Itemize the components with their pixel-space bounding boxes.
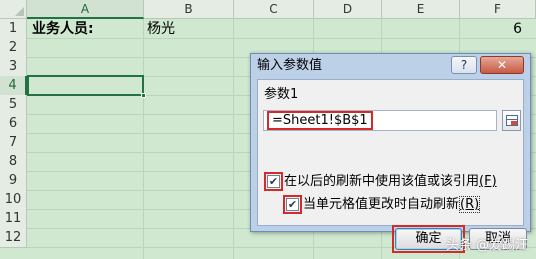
help-button[interactable]: ? [451, 56, 477, 74]
column-header-b[interactable]: B [144, 0, 234, 19]
check-icon: ✔ [287, 198, 298, 211]
close-button[interactable]: ✕ [480, 56, 524, 74]
auto-refresh-checkbox[interactable]: ✔ [286, 198, 299, 211]
dialog-body: 参数1 =Sheet1!$B$1 ✔ 在以后的刷新中使用该值或该引用(F) ✔ … [257, 79, 527, 253]
row-header-1[interactable]: 1 [0, 19, 27, 39]
parameter-label: 参数1 [264, 87, 299, 102]
auto-refresh-accel: (R) [459, 196, 481, 213]
row-header-9[interactable]: 9 [0, 171, 27, 191]
row-header-7[interactable]: 7 [0, 133, 27, 153]
watermark: 头条 @爱踢汪 [445, 238, 528, 253]
row-header-5[interactable]: 5 [0, 95, 27, 115]
auto-refresh-label[interactable]: 当单元格值更改时自动刷新(R) [303, 196, 481, 213]
dialog-title: 输入参数值 [257, 58, 323, 73]
parameter-value-text: =Sheet1!$B$1 [267, 111, 373, 130]
select-all-corner[interactable] [0, 0, 27, 19]
cell-a1[interactable]: 业务人员: [32, 19, 94, 39]
use-value-label[interactable]: 在以后的刷新中使用该值或该引用(F) [284, 174, 497, 190]
column-header-d[interactable]: D [314, 0, 382, 19]
use-value-checkbox[interactable]: ✔ [267, 175, 280, 188]
cell-b1[interactable]: 杨光 [147, 19, 175, 39]
collapse-dialog-icon [506, 115, 518, 126]
row-header-6[interactable]: 6 [0, 114, 27, 134]
fill-handle[interactable] [141, 93, 146, 98]
grid-line [27, 38, 536, 39]
column-header-f[interactable]: F [460, 0, 536, 19]
grid-line [233, 19, 234, 259]
column-header-a[interactable]: A [27, 0, 144, 19]
check-icon: ✔ [268, 175, 279, 188]
grid-line [143, 19, 144, 259]
row-header-10[interactable]: 10 [0, 190, 27, 210]
active-cell-a4[interactable] [27, 75, 144, 96]
use-value-label-text: 在以后的刷新中使用该值或该引用 [284, 174, 480, 189]
parameter-value-input[interactable]: =Sheet1!$B$1 [263, 110, 497, 131]
row-header-4[interactable]: 4 [0, 76, 27, 96]
row-header-3[interactable]: 3 [0, 57, 27, 77]
row-header-12[interactable]: 12 [0, 228, 27, 248]
auto-refresh-label-text: 当单元格值更改时自动刷新 [303, 197, 460, 212]
collapse-dialog-button[interactable] [502, 110, 521, 131]
column-header-c[interactable]: C [234, 0, 314, 19]
use-value-accel: (F) [479, 174, 497, 189]
column-header-e[interactable]: E [382, 0, 460, 19]
cell-f1[interactable]: 6 [513, 19, 522, 39]
row-header-11[interactable]: 11 [0, 209, 27, 229]
row-header-8[interactable]: 8 [0, 152, 27, 172]
row-header-2[interactable]: 2 [0, 38, 27, 58]
input-parameter-dialog: 输入参数值 ? ✕ 参数1 =Sheet1!$B$1 ✔ 在以后的刷新中使用该值… [250, 53, 531, 253]
